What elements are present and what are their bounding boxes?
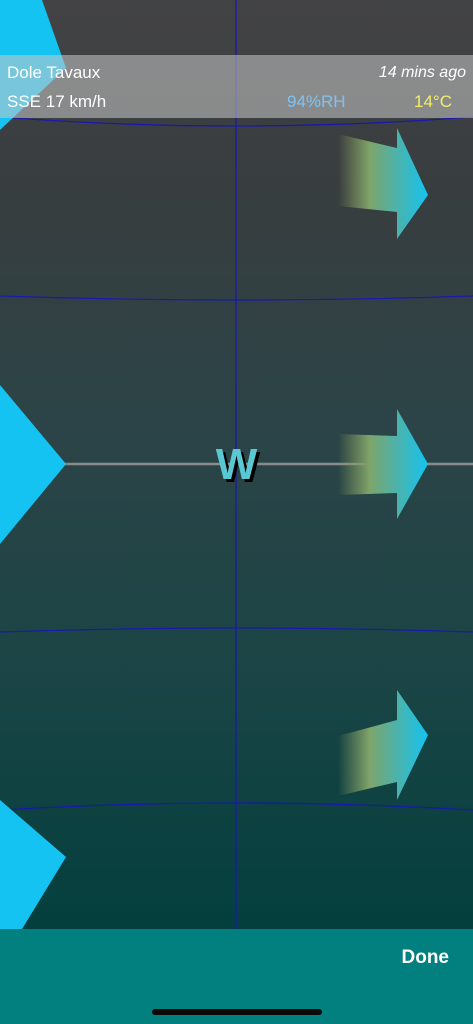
arrow-right-icon (338, 128, 428, 239)
done-button[interactable]: Done (402, 947, 450, 969)
wind-reading: SSE 17 km/h (7, 92, 107, 111)
home-indicator[interactable] (152, 1009, 322, 1015)
bottom-toolbar: Done (0, 929, 473, 1024)
wind-view[interactable]: W (0, 0, 473, 929)
compass-direction-label: W (215, 440, 258, 489)
triangle-pointer-icon (0, 800, 66, 929)
observation-age: 14 mins ago (378, 64, 466, 81)
temperature-reading: 14°C (414, 92, 452, 111)
arrow-right-icon (338, 690, 428, 800)
station-name: Dole Tavaux (7, 63, 101, 82)
humidity-reading: 94%RH (287, 92, 346, 111)
